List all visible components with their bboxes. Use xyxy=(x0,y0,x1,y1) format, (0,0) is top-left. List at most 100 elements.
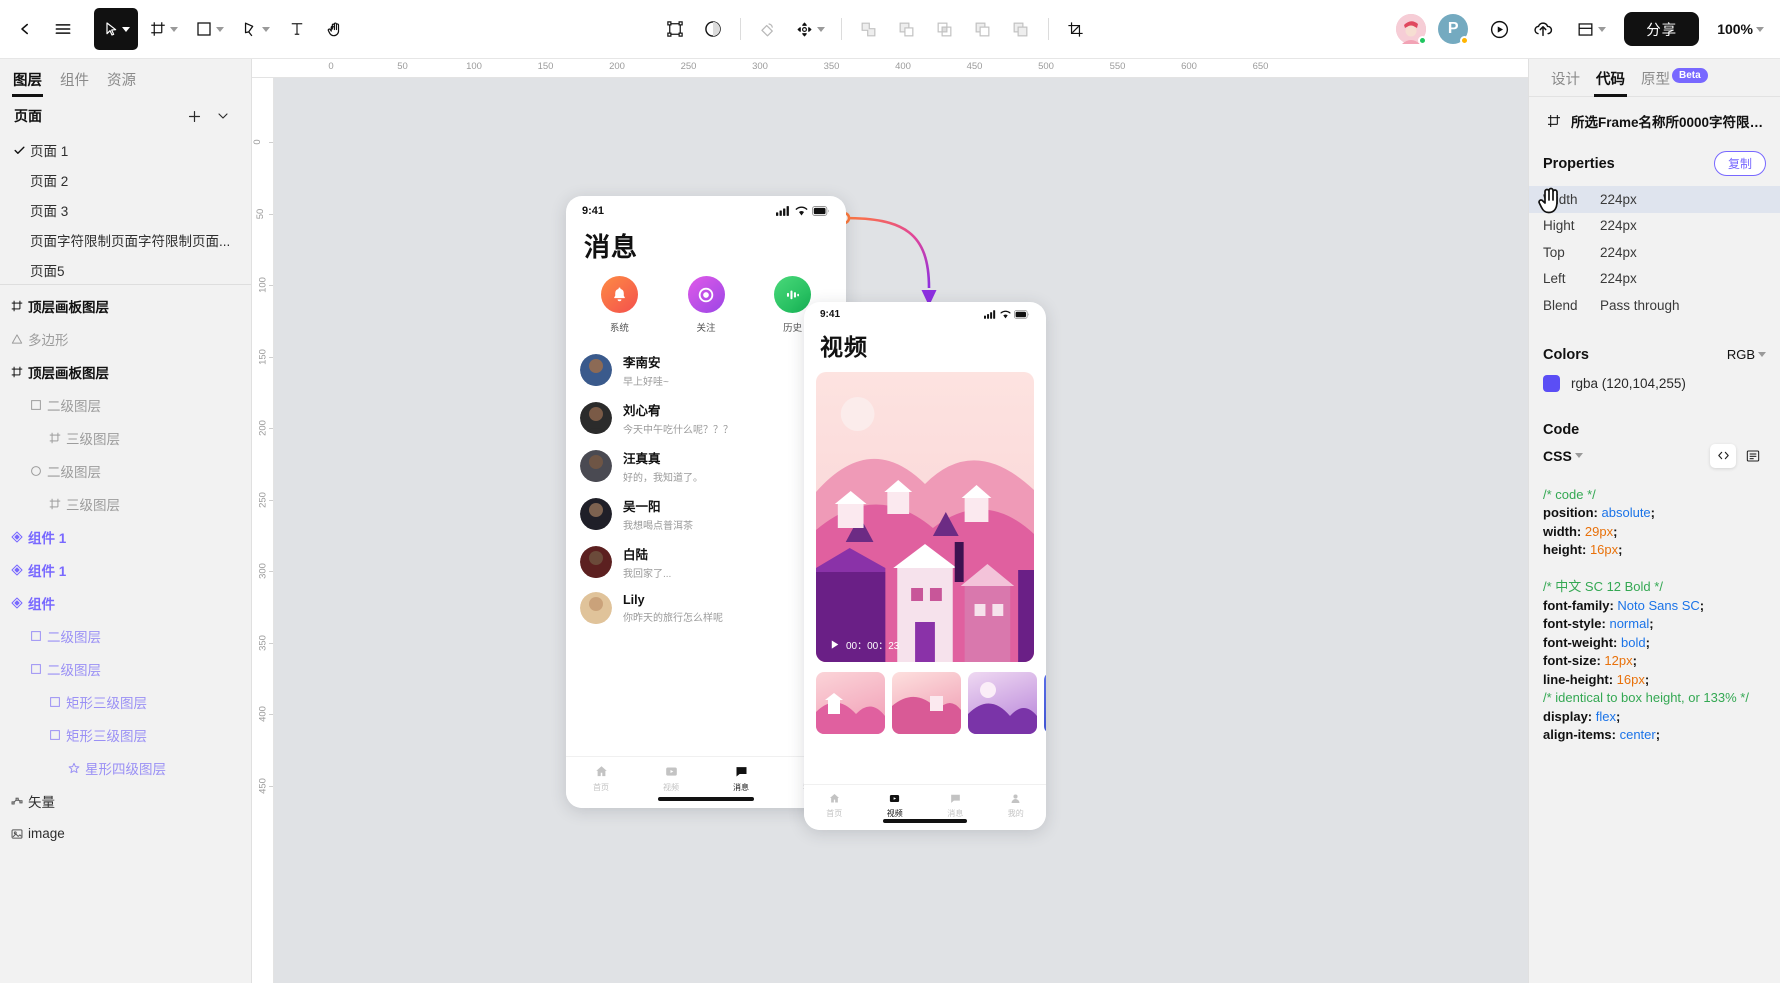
code-line: /* identical to box height, or 133% */ xyxy=(1543,690,1749,705)
quick-action-follow[interactable]: 关注 xyxy=(663,276,750,334)
layer-row[interactable]: 组件 1 xyxy=(0,553,251,586)
color-mode-select[interactable]: RGB xyxy=(1727,347,1766,362)
code-snippet[interactable]: /* code */ position: absolute; width: 29px… xyxy=(1529,474,1780,983)
ring-icon-circle xyxy=(687,276,725,313)
code-language-select[interactable]: CSS xyxy=(1543,448,1706,464)
layer-row[interactable]: 二级图层 xyxy=(0,652,251,685)
code-view-button[interactable] xyxy=(1710,443,1736,468)
chat-list-item[interactable]: 刘心宥 今天中午吃什么呢？？？ xyxy=(580,394,832,442)
thumbnail-2[interactable] xyxy=(892,672,961,734)
rotate-button[interactable] xyxy=(749,9,787,49)
square-icon xyxy=(196,22,211,36)
chat-list-item[interactable]: 白陆 我回家了... xyxy=(580,538,832,586)
thumbnail-4[interactable] xyxy=(1044,672,1046,734)
layer-row[interactable]: 二级图层 xyxy=(0,388,251,421)
frame-video[interactable]: 9:41 视频 00：00：23 首页 视频 消息 我的 xyxy=(804,302,1046,830)
cursor-arrow-icon xyxy=(105,22,116,36)
shape-tool-button[interactable] xyxy=(186,9,232,49)
tab-video[interactable]: 视频 xyxy=(636,764,706,793)
ruler-tick-v: 50 xyxy=(252,194,273,234)
layer-row[interactable]: 组件 1 xyxy=(0,520,251,553)
property-row[interactable]: Top 224px xyxy=(1529,239,1780,266)
layer-row[interactable]: 组件 xyxy=(0,586,251,619)
copy-button[interactable]: 复制 xyxy=(1713,151,1766,176)
tab-layers[interactable]: 图层 xyxy=(4,69,51,97)
upload-button[interactable] xyxy=(1524,9,1562,49)
page-item-4[interactable]: 页面字符限制页面字符限制页面... xyxy=(0,225,251,255)
text-tool-button[interactable] xyxy=(278,9,316,49)
tab-prototype[interactable]: 原型 Beta xyxy=(1633,68,1716,96)
pen-tool-button[interactable] xyxy=(232,9,278,49)
union-button[interactable] xyxy=(850,9,888,49)
exclude-button[interactable] xyxy=(964,9,1002,49)
tab-home[interactable]: 首页 xyxy=(566,764,636,793)
tab-profile[interactable]: 我的 xyxy=(986,792,1047,819)
present-button[interactable] xyxy=(1480,9,1518,49)
text-t-icon xyxy=(291,23,303,35)
tab-messages[interactable]: 消息 xyxy=(706,764,776,793)
chat-list-item[interactable]: 吴一阳 我想喝点普洱茶 xyxy=(580,490,832,538)
share-button[interactable]: 分享 xyxy=(1624,12,1700,46)
layer-row[interactable]: 矩形三级图层 xyxy=(0,685,251,718)
collaborator-avatar-1[interactable] xyxy=(1396,14,1428,45)
tab-label: 首页 xyxy=(826,809,843,818)
layer-label: 星形四级图层 xyxy=(85,761,166,777)
collaborator-avatar-2[interactable]: P xyxy=(1438,14,1470,45)
tab-code[interactable]: 代码 xyxy=(1588,68,1633,97)
tab-home[interactable]: 首页 xyxy=(804,792,865,819)
layer-row[interactable]: 顶层画板图层 xyxy=(0,289,251,322)
canvas-viewport[interactable]: 9:41 消息 系统 关注 历史 李南安 早上好哇~ 刘心宥 今天中午吃什么呢？… xyxy=(274,78,1528,983)
layer-row[interactable]: image xyxy=(0,817,251,850)
tab-video[interactable]: 视频 xyxy=(865,792,926,819)
flatten-button[interactable] xyxy=(1002,9,1040,49)
property-row[interactable]: Width 224px xyxy=(1529,186,1780,213)
tab-components[interactable]: 组件 xyxy=(51,69,98,97)
chat-list-item[interactable]: 李南安 早上好哇~ xyxy=(580,346,832,394)
intersect-button[interactable] xyxy=(926,9,964,49)
vector-edit-button[interactable] xyxy=(656,9,694,49)
slice-button[interactable] xyxy=(1057,9,1095,49)
layer-row[interactable]: 星形四级图层 xyxy=(0,751,251,784)
boolean-circle-button[interactable] xyxy=(694,9,732,49)
chat-list-item[interactable]: 汪真真 好的，我知道了。 xyxy=(580,442,832,490)
pages-list: 页面 1 页面 2 页面 3 页面字符限制页面字符限制页面... 页面5 xyxy=(0,135,251,285)
collapse-pages-button[interactable] xyxy=(209,108,237,124)
canvas-area[interactable]: 0 50 100 150 200 250 300 350 400 450 500 550 600 650 … xyxy=(252,59,1528,983)
align-distribute-button[interactable] xyxy=(787,9,833,49)
layer-row[interactable]: 矢量 xyxy=(0,784,251,817)
main-menu-button[interactable] xyxy=(44,9,82,49)
layer-row[interactable]: 矩形三级图层 xyxy=(0,718,251,751)
tab-design[interactable]: 设计 xyxy=(1543,68,1588,96)
thumbnail-3[interactable] xyxy=(968,672,1037,734)
property-row[interactable]: Blend Pass through xyxy=(1529,292,1780,319)
add-page-button[interactable] xyxy=(180,108,209,125)
property-row[interactable]: Hight 224px xyxy=(1529,213,1780,240)
frame-tool-button[interactable] xyxy=(140,9,186,49)
quick-action-system[interactable]: 系统 xyxy=(576,276,663,334)
property-row[interactable]: Left 224px xyxy=(1529,266,1780,293)
subtract-button[interactable] xyxy=(888,9,926,49)
back-button[interactable] xyxy=(6,9,44,49)
page-item-1[interactable]: 页面 1 xyxy=(0,135,251,165)
layout-button[interactable] xyxy=(1568,9,1614,49)
signal-bars-icon xyxy=(776,206,789,216)
color-entry[interactable]: rgba (120,104,255) xyxy=(1529,373,1780,392)
thumbnail-1[interactable] xyxy=(816,672,885,734)
hand-tool-button[interactable] xyxy=(316,9,354,49)
video-preview-card[interactable]: 00：00：23 xyxy=(816,372,1034,662)
list-view-button[interactable] xyxy=(1740,444,1766,468)
tab-messages[interactable]: 消息 xyxy=(925,792,986,819)
layer-row[interactable]: 三级图层 xyxy=(0,487,251,520)
layer-row[interactable]: 多边形 xyxy=(0,322,251,355)
tab-assets[interactable]: 资源 xyxy=(98,69,145,97)
chat-list-item[interactable]: Lily 你昨天的旅行怎么样呢 xyxy=(580,586,832,630)
move-tool-button[interactable] xyxy=(94,8,138,50)
page-item-2[interactable]: 页面 2 xyxy=(0,165,251,195)
layer-row[interactable]: 三级图层 xyxy=(0,421,251,454)
layer-row[interactable]: 二级图层 xyxy=(0,619,251,652)
layer-row[interactable]: 二级图层 xyxy=(0,454,251,487)
zoom-control[interactable]: 100% xyxy=(1717,21,1764,37)
page-item-5[interactable]: 页面5 xyxy=(0,255,251,284)
layer-row[interactable]: 顶层画板图层 xyxy=(0,355,251,388)
page-item-3[interactable]: 页面 3 xyxy=(0,195,251,225)
